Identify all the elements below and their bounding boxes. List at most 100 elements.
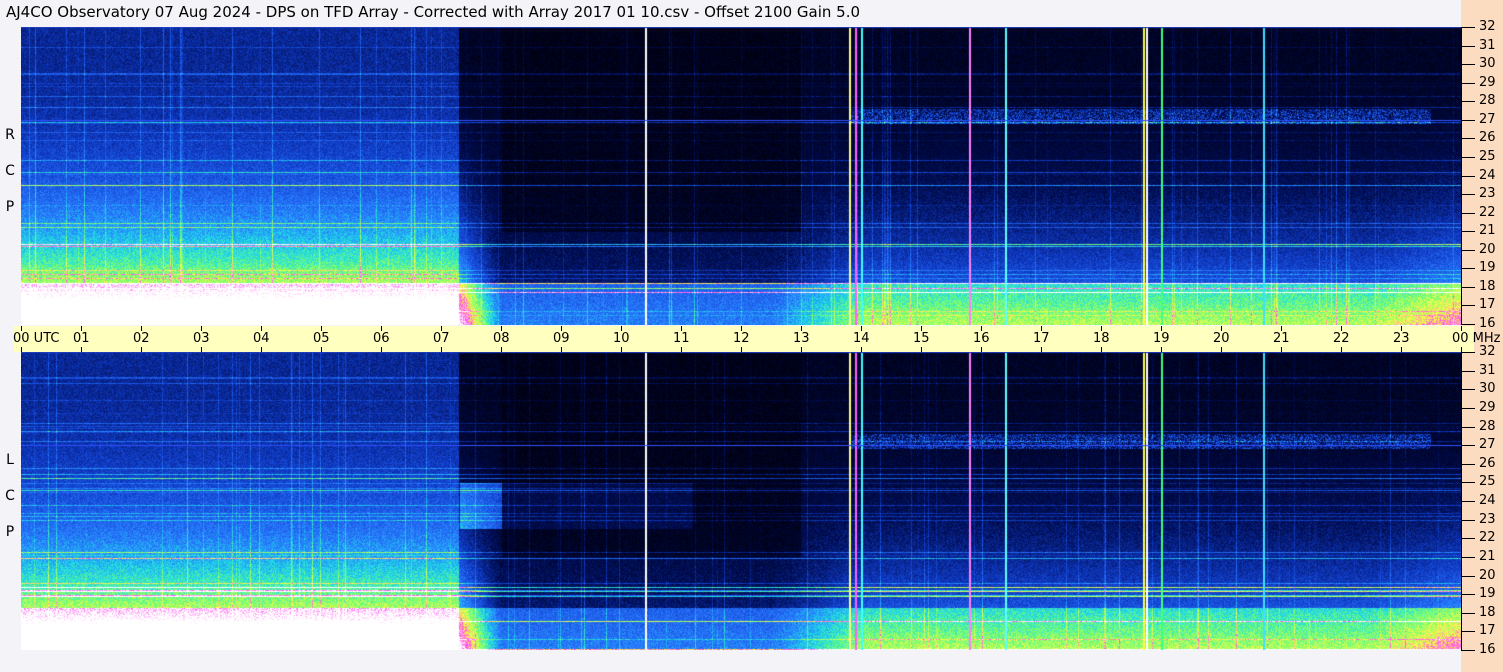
x-tick-mark <box>261 347 262 352</box>
x-tick-label: 10 <box>613 331 630 346</box>
y-tick-mark <box>1461 594 1475 595</box>
x-tick-label: 01 <box>73 331 90 346</box>
x-tick-mark <box>381 347 382 352</box>
y-tick-label: 25 <box>1479 149 1496 164</box>
x-tick-label: 20 <box>1213 331 1230 346</box>
x-tick-label: 08 <box>493 331 510 346</box>
x-tick-mark <box>681 347 682 352</box>
y-tick-label: 32 <box>1479 344 1496 359</box>
x-tick-label: 07 <box>433 331 450 346</box>
x-tick-mark <box>861 347 862 352</box>
y-tick-mark <box>1461 520 1475 521</box>
x-tick-label: 18 <box>1093 331 1110 346</box>
x-tick-mark <box>741 347 742 352</box>
y-tick-mark <box>1461 631 1475 632</box>
x-tick-mark <box>1221 347 1222 352</box>
x-tick-label: 22 <box>1333 331 1350 346</box>
x-tick-mark <box>321 347 322 352</box>
y-tick-label: 30 <box>1479 381 1496 396</box>
y-tick-label: 27 <box>1479 437 1496 452</box>
x-tick-label: 14 <box>853 331 870 346</box>
y-tick-mark <box>1461 482 1475 483</box>
y-tick-mark <box>1461 194 1475 195</box>
x-tick-mark <box>141 347 142 352</box>
polarization-label: C <box>5 488 15 504</box>
x-tick-mark <box>801 347 802 352</box>
y-tick-mark <box>1461 352 1475 353</box>
y-tick-mark <box>1461 427 1475 428</box>
y-tick-label: 20 <box>1479 242 1496 257</box>
y-tick-mark <box>1461 371 1475 372</box>
y-tick-label: 23 <box>1479 186 1496 201</box>
y-tick-label: 20 <box>1479 568 1496 583</box>
polarization-label: P <box>5 524 15 540</box>
y-tick-mark <box>1461 250 1475 251</box>
y-tick-label: 18 <box>1479 605 1496 620</box>
y-tick-mark <box>1461 408 1475 409</box>
y-tick-mark <box>1461 27 1475 28</box>
y-tick-label: 19 <box>1479 260 1496 275</box>
polarization-label: C <box>5 163 15 179</box>
y-tick-mark <box>1461 157 1475 158</box>
x-tick-mark <box>921 347 922 352</box>
x-tick-mark <box>561 347 562 352</box>
y-tick-mark <box>1461 268 1475 269</box>
y-tick-mark <box>1461 138 1475 139</box>
y-tick-mark <box>1461 46 1475 47</box>
y-tick-label: 26 <box>1479 130 1496 145</box>
x-tick-label: 04 <box>253 331 270 346</box>
y-tick-mark <box>1461 101 1475 102</box>
x-tick-label: 23 <box>1393 331 1410 346</box>
y-tick-label: 29 <box>1479 400 1496 415</box>
y-tick-mark <box>1461 213 1475 214</box>
x-tick-label: 05 <box>313 331 330 346</box>
y-tick-mark <box>1461 120 1475 121</box>
y-tick-label: 22 <box>1479 205 1496 220</box>
x-tick-mark <box>441 347 442 352</box>
y-tick-mark <box>1461 176 1475 177</box>
y-tick-mark <box>1461 501 1475 502</box>
x-tick-label: 02 <box>133 331 150 346</box>
x-tick-mark <box>1161 347 1162 352</box>
x-tick-label: 13 <box>793 331 810 346</box>
x-tick-label: 12 <box>733 331 750 346</box>
y-tick-label: 27 <box>1479 112 1496 127</box>
x-tick-label: 19 <box>1153 331 1170 346</box>
x-tick-mark <box>1041 347 1042 352</box>
x-tick-mark <box>1401 347 1402 352</box>
y-tick-label: 32 <box>1479 19 1496 34</box>
x-tick-mark <box>1101 347 1102 352</box>
y-tick-mark <box>1461 64 1475 65</box>
x-tick-mark <box>81 347 82 352</box>
y-tick-label: 28 <box>1479 419 1496 434</box>
x-tick-label: 11 <box>673 331 690 346</box>
y-tick-label: 29 <box>1479 75 1496 90</box>
y-tick-label: 16 <box>1479 316 1496 331</box>
polarization-label: R <box>5 127 15 143</box>
y-tick-mark <box>1461 557 1475 558</box>
y-tick-label: 30 <box>1479 56 1496 71</box>
y-tick-mark <box>1461 287 1475 288</box>
y-tick-label: 17 <box>1479 297 1496 312</box>
y-tick-label: 26 <box>1479 456 1496 471</box>
x-tick-label: 06 <box>373 331 390 346</box>
x-tick-mark <box>981 347 982 352</box>
y-tick-mark <box>1461 538 1475 539</box>
polarization-label: L <box>6 452 14 468</box>
y-tick-label: 24 <box>1479 493 1496 508</box>
y-tick-label: 21 <box>1479 549 1496 564</box>
y-tick-mark <box>1461 650 1475 651</box>
y-tick-label: 21 <box>1479 223 1496 238</box>
y-tick-label: 18 <box>1479 279 1496 294</box>
y-tick-label: 23 <box>1479 512 1496 527</box>
y-tick-label: 17 <box>1479 623 1496 638</box>
x-tick-label: 09 <box>553 331 570 346</box>
x-tick-label: 03 <box>193 331 210 346</box>
y-tick-label: 24 <box>1479 168 1496 183</box>
y-tick-mark <box>1461 305 1475 306</box>
y-tick-mark <box>1461 613 1475 614</box>
y-tick-mark <box>1461 324 1475 325</box>
y-tick-label: 31 <box>1479 38 1496 53</box>
x-tick-label: 16 <box>973 331 990 346</box>
y-tick-mark <box>1461 389 1475 390</box>
